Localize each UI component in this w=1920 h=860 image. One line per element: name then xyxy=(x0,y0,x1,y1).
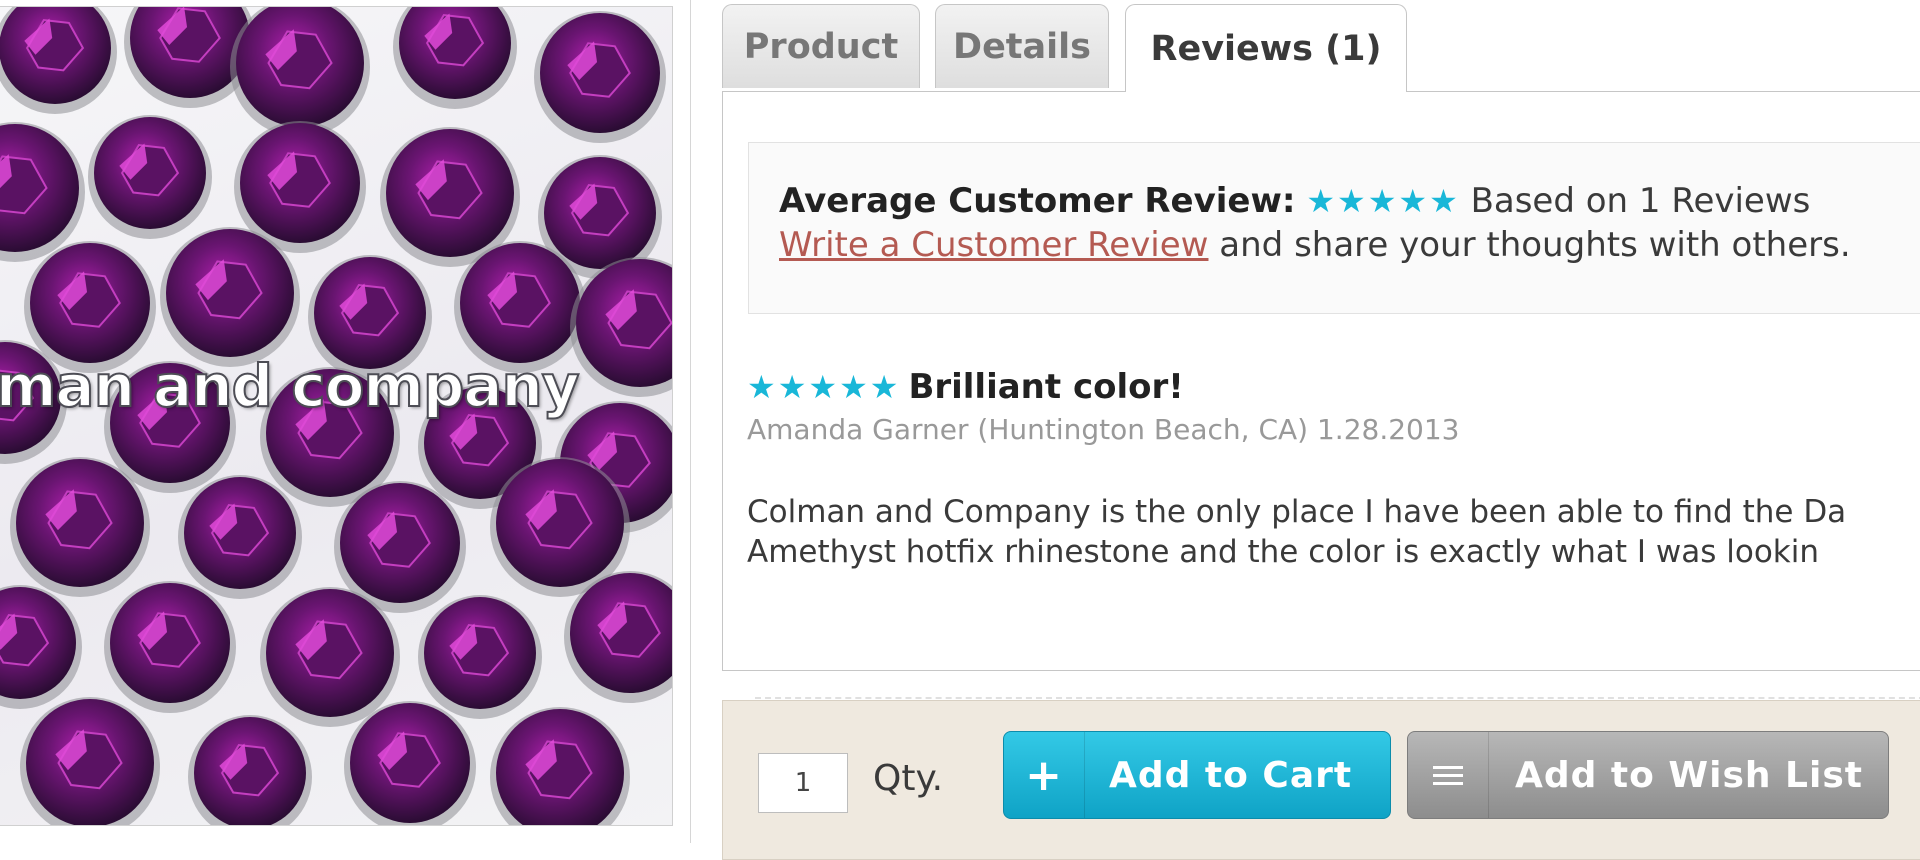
rhinestone xyxy=(0,585,82,709)
reviews-panel: Average Customer Review: ★★★★★ Based on … xyxy=(722,91,1920,699)
rhinestone xyxy=(490,707,630,825)
add-to-cart-label: Add to Cart xyxy=(1109,754,1353,796)
review-rating-stars-icon: ★★★★★ xyxy=(747,368,901,406)
review-body-line: Amethyst hotfix rhinestone and the color… xyxy=(747,534,1820,570)
rhinestone xyxy=(0,7,117,114)
tab-reviews[interactable]: Reviews (1) xyxy=(1125,4,1407,92)
review-divider xyxy=(755,697,1920,699)
rhinestone xyxy=(160,227,300,367)
add-to-wishlist-label: Add to Wish List xyxy=(1515,754,1863,796)
average-review-heading: Average Customer Review: xyxy=(779,181,1296,221)
review-body: Colman and Company is the only place I h… xyxy=(747,492,1920,572)
rhinestone xyxy=(10,457,150,597)
add-to-cart-bar: Qty. + Add to Cart Add to Wish List xyxy=(722,700,1920,860)
rhinestone xyxy=(534,11,666,143)
list-icon xyxy=(1408,732,1489,818)
average-rating-stars-icon: ★★★★★ xyxy=(1306,182,1460,220)
rhinestone xyxy=(230,7,370,137)
quantity-label: Qty. xyxy=(873,758,944,799)
review-count: Based on 1 Reviews xyxy=(1470,181,1811,221)
plus-icon: + xyxy=(1004,732,1085,818)
rhinestone xyxy=(104,581,236,713)
rhinestone xyxy=(188,715,312,825)
rhinestone xyxy=(393,7,517,109)
tab-product[interactable]: Product xyxy=(722,4,920,88)
add-to-wishlist-button[interactable]: Add to Wish List xyxy=(1407,731,1889,819)
rhinestone xyxy=(20,697,160,825)
product-image-frame: man and company xyxy=(0,0,691,843)
add-to-cart-button[interactable]: + Add to Cart xyxy=(1003,731,1391,819)
tab-details[interactable]: Details xyxy=(935,4,1109,88)
product-photo[interactable]: man and company xyxy=(0,6,673,826)
review-body-line: Colman and Company is the only place I h… xyxy=(747,494,1847,530)
average-review-line: Average Customer Review: ★★★★★ Based on … xyxy=(779,181,1810,221)
rhinestone xyxy=(260,587,400,727)
write-review-link[interactable]: Write a Customer Review xyxy=(779,225,1208,265)
review-item: ★★★★★ Brilliant color! Amanda Garner (Hun… xyxy=(747,367,1920,699)
review-author: Amanda Garner (Huntington Beach, CA) 1.2… xyxy=(747,413,1460,446)
rhinestone xyxy=(344,701,476,825)
write-review-line: Write a Customer Review and share your t… xyxy=(779,225,1851,265)
review-summary: Average Customer Review: ★★★★★ Based on … xyxy=(748,142,1920,314)
rhinestone xyxy=(418,595,542,719)
review-title: Brilliant color! xyxy=(908,367,1184,407)
quantity-input[interactable] xyxy=(758,753,848,813)
image-watermark: man and company xyxy=(0,351,581,421)
review-header: ★★★★★ Brilliant color! xyxy=(747,367,1920,407)
write-review-suffix: and share your thoughts with others. xyxy=(1208,225,1851,265)
rhinestone xyxy=(178,475,302,599)
rhinestone xyxy=(0,122,85,262)
rhinestone xyxy=(88,115,212,239)
